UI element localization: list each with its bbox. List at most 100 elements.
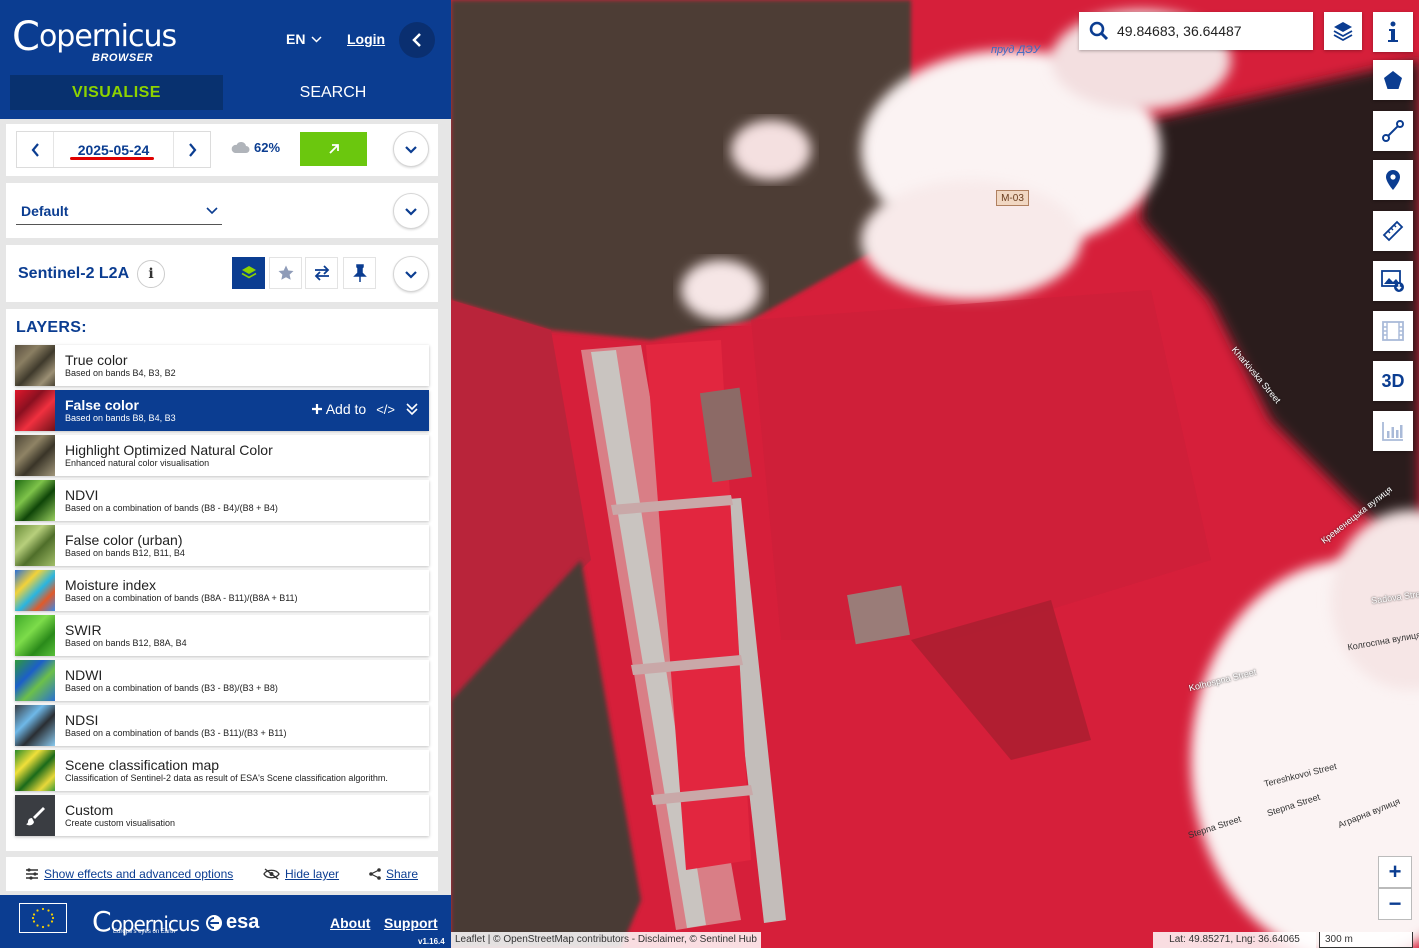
layer-description: Based on a combination of bands (B8 - B4…: [65, 502, 278, 513]
add-to-button[interactable]: Add to: [311, 401, 366, 417]
esa-logo[interactable]: esa: [205, 911, 259, 934]
pentagon-icon: [1384, 71, 1402, 89]
layer-ndvi[interactable]: NDVI Based on a combination of bands (B8 …: [15, 480, 429, 521]
expand-date-options-button[interactable]: [393, 131, 429, 167]
expand-theme-button[interactable]: [393, 193, 429, 229]
place-marker-button[interactable]: [1373, 160, 1413, 200]
draw-line-button[interactable]: [1373, 111, 1413, 151]
sidebar: Copernicus BROWSER EN Login VISUALISE SE…: [0, 0, 451, 948]
pin-icon: [352, 264, 367, 282]
layer-name: Scene classification map: [65, 756, 220, 773]
layer-swir[interactable]: SWIR Based on bands B12, B8A, B4: [15, 615, 429, 656]
compare-arrows-icon: [314, 265, 329, 281]
previous-date-button[interactable]: [17, 132, 53, 167]
layer-name: NDVI: [65, 486, 99, 503]
double-chevron-down-icon[interactable]: [405, 402, 419, 416]
layer-description: Based on a combination of bands (B3 - B8…: [65, 682, 278, 693]
show-effects-link[interactable]: Show effects and advanced options: [25, 867, 233, 881]
expand-collection-button[interactable]: [393, 256, 429, 292]
date-input[interactable]: 2025-05-24: [53, 132, 174, 167]
layers-view-button[interactable]: [232, 257, 265, 289]
pin-layer-button[interactable]: [343, 257, 376, 289]
language-selector[interactable]: EN: [286, 31, 322, 47]
show-effects-label: Show effects and advanced options: [44, 867, 234, 881]
layer-thumbnail: [15, 480, 55, 521]
layer-thumbnail: [15, 345, 55, 386]
layer-list: True color Based on bands B4, B3, B2 Fals…: [15, 345, 429, 840]
layers-title: LAYERS:: [16, 319, 87, 336]
location-search-value: 49.84683, 36.64487: [1117, 23, 1242, 39]
map-view[interactable]: пруд ДЭУ M-03 Kharkivska Street Кременец…: [451, 0, 1419, 948]
layer-description: Based on a combination of bands (B3 - B1…: [65, 727, 287, 738]
image-download-button[interactable]: [1373, 261, 1413, 301]
esa-logo-text: esa: [226, 911, 260, 933]
layer-true-color[interactable]: True color Based on bands B4, B3, B2: [15, 345, 429, 386]
layer-description: Classification of Sentinel-2 data as res…: [65, 772, 388, 783]
zoom-in-button[interactable]: +: [1378, 856, 1412, 888]
layer-highlight-optimized[interactable]: Highlight Optimized Natural Color Enhance…: [15, 435, 429, 476]
hide-layer-link[interactable]: Hide layer: [263, 867, 339, 881]
sidebar-bottom-bar: Copernicus Europe's eyes on Earth esa Ab…: [0, 895, 451, 948]
layer-thumbnail: [15, 750, 55, 791]
eye-off-icon: [263, 868, 280, 880]
share-label: Share: [386, 867, 419, 881]
cloud-icon: [231, 141, 250, 153]
logo-c: C: [12, 14, 40, 60]
login-link[interactable]: Login: [347, 31, 385, 47]
layer-moisture-index[interactable]: Moisture index Based on a combination of …: [15, 570, 429, 611]
cloud-coverage[interactable]: 62%: [230, 140, 280, 155]
info-button[interactable]: [1373, 12, 1413, 52]
tab-visualise[interactable]: VISUALISE: [10, 75, 223, 110]
theme-select[interactable]: Default: [16, 197, 222, 225]
3d-view-button[interactable]: 3D: [1373, 361, 1413, 401]
paintbrush-icon: [26, 806, 45, 825]
copernicus-browser-logo[interactable]: Copernicus BROWSER: [12, 10, 177, 64]
compare-button[interactable]: [305, 257, 338, 289]
share-link[interactable]: Share: [369, 867, 418, 881]
date-underline: [70, 157, 154, 160]
star-icon: [278, 265, 293, 280]
arrow-up-right-icon: [328, 144, 339, 154]
layers-panel: LAYERS: True color Based on bands B4, B3,…: [6, 309, 438, 851]
image-download-icon: [1381, 270, 1404, 292]
logo-subtitle: BROWSER: [92, 52, 153, 64]
layer-thumbnail: [15, 795, 55, 836]
layer-false-color[interactable]: False color Based on bands B8, B4, B3 Add…: [15, 390, 429, 431]
layer-ndsi[interactable]: NDSI Based on a combination of bands (B3 …: [15, 705, 429, 746]
map-attribution[interactable]: Leaflet | © OpenStreetMap contributors -…: [451, 932, 761, 948]
date-picker: 2025-05-24: [16, 131, 211, 168]
bar-chart-icon: [1382, 422, 1403, 441]
measure-button[interactable]: [1373, 211, 1413, 251]
sidebar-header: Copernicus BROWSER EN Login VISUALISE SE…: [0, 0, 451, 119]
map-layers-button[interactable]: [1324, 12, 1362, 50]
tab-search[interactable]: SEARCH: [233, 75, 433, 110]
layer-ndwi[interactable]: NDWI Based on a combination of bands (B3 …: [15, 660, 429, 701]
draw-polygon-button[interactable]: [1373, 60, 1413, 100]
next-date-button[interactable]: [174, 132, 210, 167]
layer-thumbnail: [15, 525, 55, 566]
layer-false-color-urban[interactable]: False color (urban) Based on bands B12, B…: [15, 525, 429, 566]
layer-description: Based on bands B8, B4, B3: [65, 412, 176, 423]
about-link[interactable]: About: [330, 915, 370, 931]
eu-flag-icon[interactable]: [19, 903, 67, 933]
layer-description: Enhanced natural color visualisation: [65, 457, 210, 468]
timelapse-button[interactable]: [1373, 311, 1413, 351]
layers-icon: [241, 266, 256, 279]
collapse-sidebar-button[interactable]: [399, 22, 435, 58]
layer-thumbnail: [15, 570, 55, 611]
support-link[interactable]: Support: [384, 915, 438, 931]
layer-scene-classification[interactable]: Scene classification map Classification o…: [15, 750, 429, 791]
search-date-button[interactable]: [300, 132, 367, 166]
embed-code-button[interactable]: </>: [376, 402, 395, 417]
layer-custom[interactable]: Custom Create custom visualisation: [15, 795, 429, 836]
chevron-left-icon: [412, 33, 421, 47]
copernicus-tagline: Europe's eyes on Earth: [113, 929, 176, 935]
collection-info-button[interactable]: i: [137, 260, 165, 288]
statistics-button[interactable]: [1373, 411, 1413, 451]
road-badge-m03: M-03: [996, 190, 1029, 206]
location-search[interactable]: 49.84683, 36.64487: [1079, 12, 1313, 50]
layer-description: Based on bands B12, B11, B4: [65, 547, 185, 558]
pins-favourite-button[interactable]: [269, 257, 302, 289]
layer-name: NDSI: [65, 711, 99, 728]
zoom-out-button[interactable]: −: [1378, 888, 1412, 920]
